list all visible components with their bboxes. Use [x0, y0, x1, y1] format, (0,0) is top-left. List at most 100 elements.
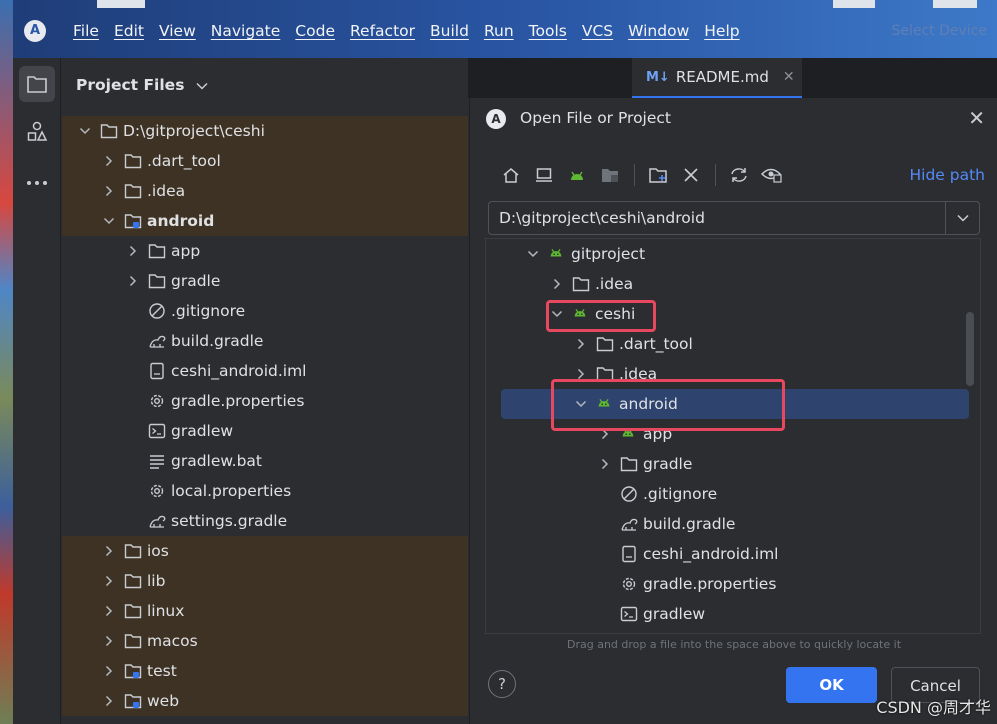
home-icon[interactable] [498, 162, 524, 188]
toolbar-divider [715, 164, 716, 186]
tree-item-label: gradle.properties [643, 575, 777, 593]
file-tree-row[interactable]: ceshi_android.iml [486, 539, 980, 569]
chevron-down-icon [196, 82, 208, 90]
project-tree-row[interactable]: settings.gradle [62, 506, 468, 536]
project-tree-row[interactable]: gradle [62, 266, 468, 296]
menu-navigate[interactable]: Navigate [211, 22, 281, 40]
title-bar: A File Edit View Navigate Code Refactor Build R… [13, 0, 997, 58]
folder-icon [124, 542, 142, 560]
menu-help[interactable]: Help [704, 22, 739, 40]
tree-item-label: ceshi_android.iml [643, 545, 779, 563]
folder-icon [124, 182, 142, 200]
project-tree-row[interactable]: D:\gitproject\ceshi [62, 116, 468, 146]
file-tree-row[interactable]: gradle.properties [486, 569, 980, 599]
menu-vcs[interactable]: VCS [582, 22, 613, 40]
tree-item-label: .dart_tool [147, 152, 221, 170]
menu-file[interactable]: File [73, 22, 99, 40]
file-tree-row[interactable]: gradlew [486, 599, 980, 629]
path-input[interactable]: D:\gitproject\ceshi\android [499, 209, 705, 227]
file-tree-row[interactable]: .dart_tool [486, 329, 980, 359]
menu-refactor[interactable]: Refactor [350, 22, 415, 40]
tree-item-label: build.gradle [171, 332, 264, 350]
help-button[interactable]: ? [488, 670, 516, 698]
folder-icon [124, 602, 142, 620]
new-folder-icon[interactable] [645, 162, 671, 188]
project-tree-row[interactable]: macos [62, 626, 468, 656]
refresh-icon[interactable] [726, 162, 752, 188]
gradle-icon [148, 332, 166, 350]
select-device-dropdown[interactable]: Select Device [891, 23, 987, 39]
terminal-icon [148, 422, 166, 440]
file-tree-row[interactable]: .idea [486, 269, 980, 299]
project-tree-row[interactable]: linux [62, 596, 468, 626]
project-tree-row[interactable]: .dart_tool [62, 146, 468, 176]
menu-window[interactable]: Window [628, 22, 689, 40]
menu-edit[interactable]: Edit [114, 22, 144, 40]
project-tree-row[interactable]: ios [62, 536, 468, 566]
menu-code[interactable]: Code [295, 22, 335, 40]
tab-readme[interactable]: M↓ README.md ✕ [632, 58, 802, 98]
show-hidden-files-icon[interactable] [759, 162, 785, 188]
close-icon[interactable]: ✕ [783, 69, 795, 85]
tree-scrollbar[interactable] [966, 312, 974, 386]
ignore-icon [620, 485, 638, 503]
more-tools-button[interactable] [19, 165, 55, 201]
file-tree-row[interactable]: gradle [486, 449, 980, 479]
editor-tab-bar: M↓ README.md ✕ [468, 58, 997, 98]
menu-view[interactable]: View [159, 22, 196, 40]
project-tree-row[interactable]: android [62, 206, 468, 236]
folder-icon [124, 152, 142, 170]
project-tree-row[interactable]: app [62, 236, 468, 266]
tree-item-label: gitproject [571, 245, 646, 263]
project-tree-row[interactable]: .idea [62, 176, 468, 206]
project-android-icon[interactable] [564, 162, 590, 188]
path-dropdown-button[interactable] [945, 202, 979, 234]
menu-build[interactable]: Build [430, 22, 469, 40]
desktop-background-strip [0, 0, 13, 724]
project-tree-row[interactable]: local.properties [62, 476, 468, 506]
tree-item-label: local.properties [171, 482, 292, 500]
menu-run[interactable]: Run [484, 22, 514, 40]
project-tree-row[interactable]: web [62, 686, 468, 716]
android-studio-logo-icon[interactable]: A [24, 20, 46, 42]
dialog-title: Open File or Project [520, 109, 672, 127]
project-tree-row[interactable]: gradle.properties [62, 386, 468, 416]
tree-item-label: ios [147, 542, 169, 560]
close-icon[interactable]: ✕ [968, 106, 985, 130]
resource-manager-button[interactable] [19, 114, 55, 150]
file-tree-row[interactable]: .gitignore [486, 479, 980, 509]
folder-icon [148, 272, 166, 290]
desktop-icon[interactable] [531, 162, 557, 188]
project-tree-row[interactable]: lib [62, 566, 468, 596]
project-tree-row[interactable]: .gitignore [62, 296, 468, 326]
ok-button[interactable]: OK [786, 667, 877, 703]
project-tree-row[interactable]: gradlew [62, 416, 468, 446]
path-combobox[interactable]: D:\gitproject\ceshi\android [488, 201, 980, 235]
project-tree-row[interactable]: gradlew.bat [62, 446, 468, 476]
module-folder-icon [124, 662, 142, 680]
menu-tools[interactable]: Tools [529, 22, 567, 40]
folder-icon [124, 572, 142, 590]
file-tree-row[interactable]: gitproject [486, 239, 980, 269]
delete-icon[interactable] [678, 162, 704, 188]
text-icon [148, 452, 166, 470]
toolbar-divider [634, 164, 635, 186]
desktop-window-chip [833, 0, 875, 8]
tree-item-label: .idea [595, 275, 634, 293]
file-chooser-tree[interactable]: gradlew gradle.properties ceshi_android.im… [485, 238, 981, 634]
project-tree-row[interactable]: build.gradle [62, 326, 468, 356]
file-tree-row[interactable]: build.gradle [486, 509, 980, 539]
tree-item-label: android [147, 212, 215, 230]
tree-item-label: .idea [147, 182, 186, 200]
project-tool-button[interactable] [19, 66, 55, 102]
tab-label: README.md [675, 68, 769, 86]
module-folder-icon[interactable] [597, 162, 623, 188]
drag-drop-hint: Drag and drop a file into the space abov… [566, 638, 902, 651]
project-tree-row[interactable]: test [62, 656, 468, 686]
project-files-header[interactable]: Project Files [76, 76, 208, 94]
folder-icon [148, 242, 166, 260]
tree-item-label: gradlew.bat [171, 452, 262, 470]
module-folder-icon [124, 212, 142, 230]
project-tree-row[interactable]: ceshi_android.iml [62, 356, 468, 386]
hide-path-link[interactable]: Hide path [909, 166, 985, 184]
